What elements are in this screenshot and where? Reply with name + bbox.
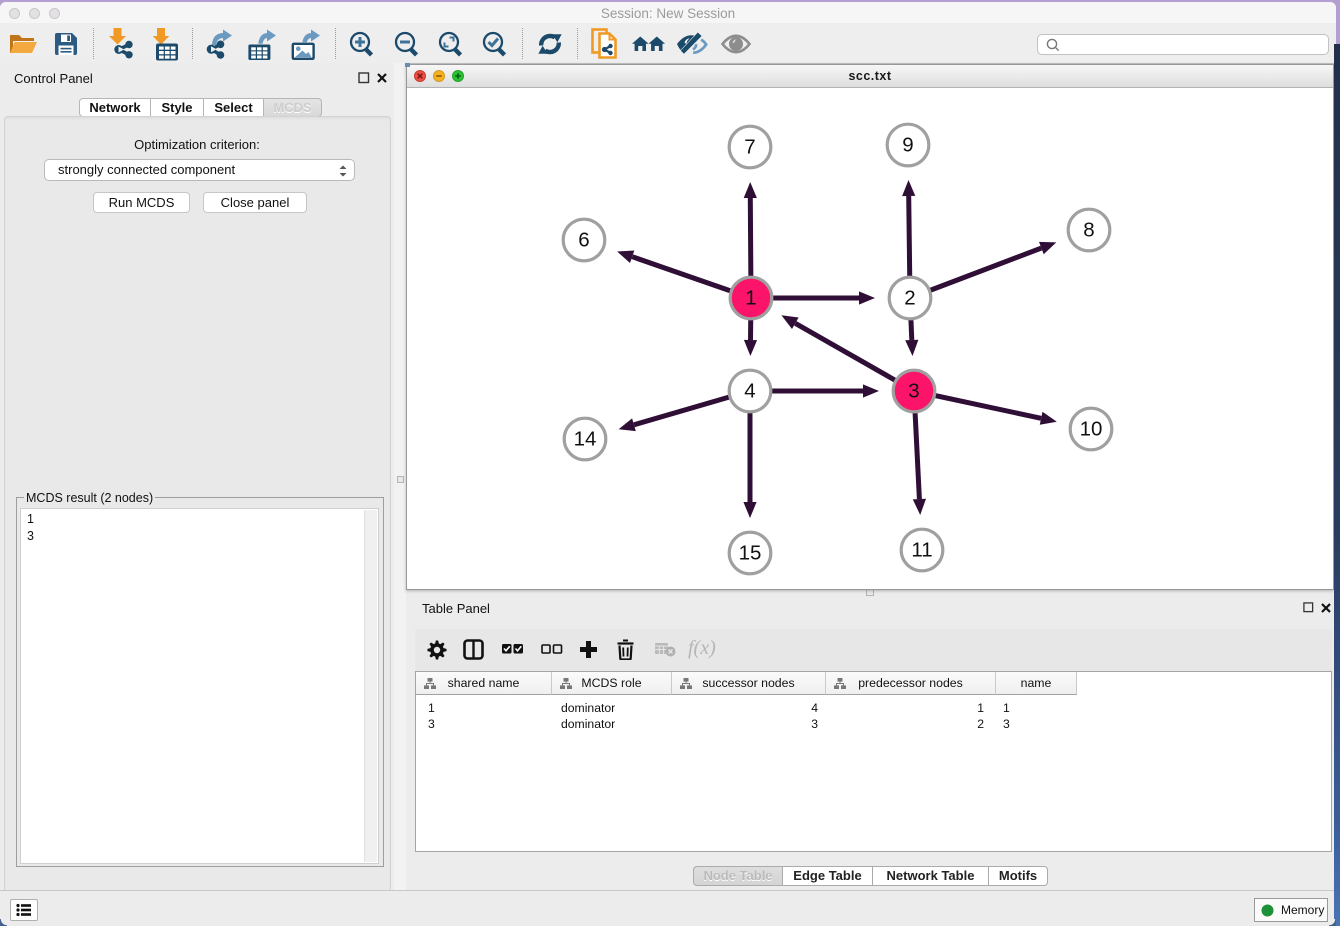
svg-text:1: 1 [745, 287, 756, 310]
svg-text:8: 8 [1083, 219, 1094, 242]
svg-text:6: 6 [578, 229, 589, 252]
svg-text:7: 7 [744, 136, 755, 159]
svg-text:14: 14 [574, 428, 597, 451]
svg-text:15: 15 [739, 542, 762, 565]
svg-text:11: 11 [911, 539, 932, 562]
svg-text:2: 2 [904, 287, 915, 310]
svg-text:10: 10 [1080, 418, 1103, 441]
svg-text:4: 4 [744, 380, 755, 403]
svg-text:3: 3 [908, 380, 919, 403]
svg-text:9: 9 [902, 134, 913, 157]
